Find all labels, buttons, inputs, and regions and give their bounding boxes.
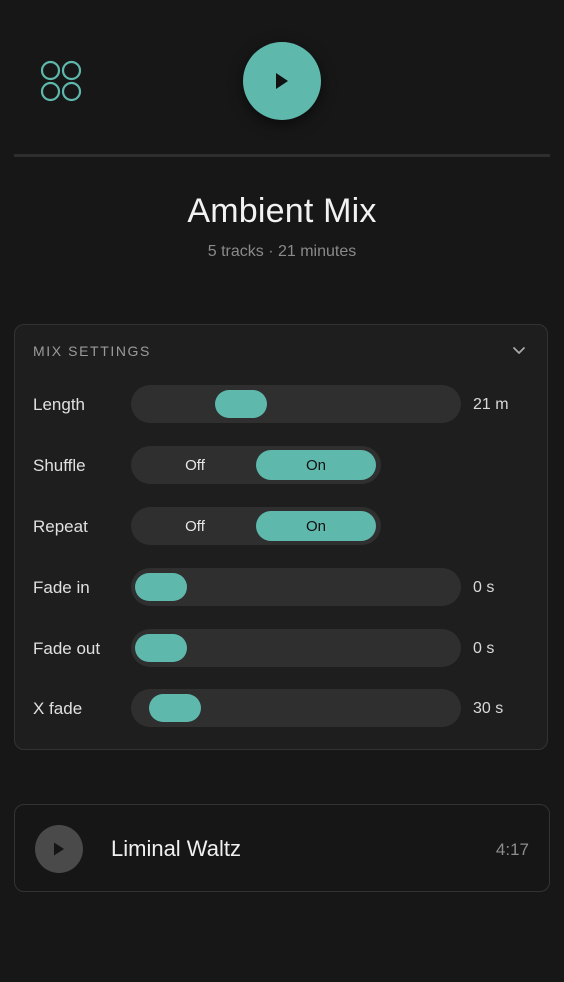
chevron-down-icon[interactable] xyxy=(511,343,527,359)
length-slider-thumb[interactable] xyxy=(215,390,267,418)
fade-in-slider-thumb[interactable] xyxy=(135,573,187,601)
fade-in-slider[interactable] xyxy=(131,568,461,606)
header-divider xyxy=(14,154,550,157)
repeat-on-option[interactable]: On xyxy=(256,511,376,541)
track-duration: 4:17 xyxy=(495,840,529,859)
fade-out-slider-thumb[interactable] xyxy=(135,634,187,662)
x-fade-label: X fade xyxy=(33,699,83,718)
shuffle-toggle: Off On xyxy=(131,446,381,484)
repeat-off-option[interactable]: Off xyxy=(135,511,255,541)
repeat-toggle: Off On xyxy=(131,507,381,545)
length-value: 21 m xyxy=(473,396,509,413)
shuffle-label: Shuffle xyxy=(33,456,86,475)
play-mix-button[interactable] xyxy=(243,42,321,120)
panel-title: MIX SETTINGS xyxy=(33,343,151,359)
play-icon xyxy=(276,73,288,89)
mix-title: Ambient Mix xyxy=(187,192,377,230)
top-bar xyxy=(0,0,564,156)
fade-out-slider[interactable] xyxy=(131,629,461,667)
x-fade-slider-thumb[interactable] xyxy=(149,694,201,722)
length-label: Length xyxy=(33,395,85,414)
x-fade-slider[interactable] xyxy=(131,689,461,727)
fade-out-value: 0 s xyxy=(473,640,495,657)
mix-subtitle: 5 tracks · 21 minutes xyxy=(207,243,357,260)
track-item[interactable]: Liminal Waltz 4:17 xyxy=(14,804,550,892)
shuffle-on-option[interactable]: On xyxy=(256,450,376,480)
mix-settings-panel: MIX SETTINGS Length 21 m Shuffle Off On … xyxy=(14,324,548,750)
fade-in-label: Fade in xyxy=(33,578,90,597)
track-title: Liminal Waltz xyxy=(111,836,241,861)
length-slider[interactable] xyxy=(131,385,461,423)
fade-in-value: 0 s xyxy=(473,579,495,596)
play-icon xyxy=(54,842,64,856)
grid-menu-icon[interactable] xyxy=(40,60,82,102)
x-fade-value: 30 s xyxy=(473,700,504,717)
track-play-button[interactable] xyxy=(35,825,83,873)
shuffle-off-option[interactable]: Off xyxy=(135,450,255,480)
repeat-label: Repeat xyxy=(33,517,88,536)
fade-out-label: Fade out xyxy=(33,639,101,658)
